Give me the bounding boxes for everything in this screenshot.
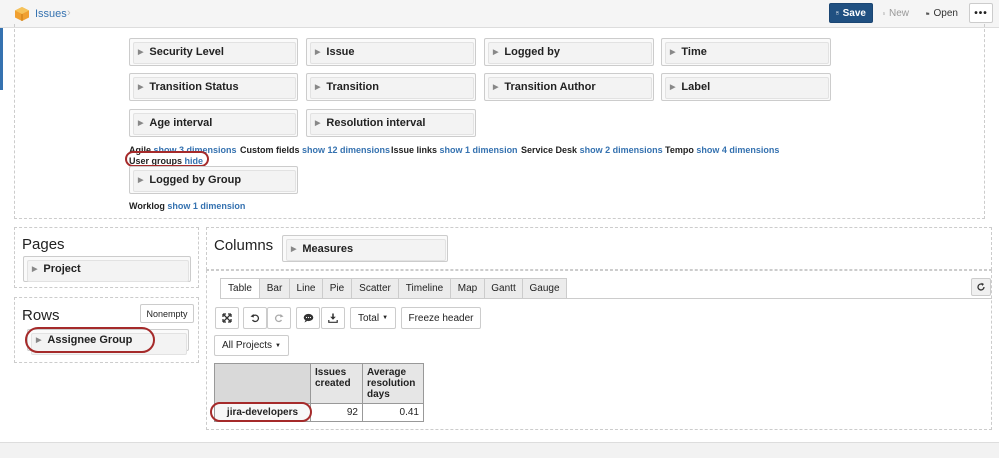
refresh-button[interactable]	[971, 278, 991, 296]
highlight-user-groups	[125, 151, 209, 167]
undo-icon	[250, 314, 260, 323]
bottom-bar	[0, 442, 999, 458]
group-issue-links: Issue links show 1 dimension	[391, 145, 518, 155]
open-button[interactable]: Open	[920, 3, 964, 23]
folder-open-icon	[926, 11, 930, 15]
download-icon	[328, 313, 338, 323]
nonempty-button[interactable]: Nonempty	[140, 304, 194, 323]
tab-map[interactable]: Map	[450, 278, 485, 299]
dimension-time[interactable]: ▶ Time	[661, 38, 831, 66]
dimension-logged-by-group[interactable]: ▶ Logged by Group	[129, 166, 298, 194]
table-corner-cell	[214, 363, 311, 404]
dimension-age-interval[interactable]: ▶ Age interval	[129, 109, 298, 137]
breadcrumb-issues[interactable]: Issues	[35, 8, 67, 20]
undo-button[interactable]	[243, 307, 267, 329]
tab-line[interactable]: Line	[289, 278, 323, 299]
save-button[interactable]: Save	[829, 3, 873, 23]
tab-scatter[interactable]: Scatter	[351, 278, 399, 299]
redo-icon	[274, 314, 284, 323]
columns-item-measures[interactable]: ▶ Measures	[282, 235, 448, 262]
caret-right-icon: ▶	[315, 84, 321, 91]
caret-right-icon: ▶	[138, 177, 144, 184]
comments-button[interactable]	[296, 307, 320, 329]
caret-down-icon: ▼	[275, 342, 281, 349]
new-label: New	[888, 7, 909, 19]
caret-right-icon: ▶	[670, 84, 676, 91]
caret-down-icon: ▼	[382, 315, 389, 321]
pages-item-project[interactable]: ▶ Project	[23, 256, 191, 282]
group-custom-fields: Custom fields show 12 dimensions	[240, 145, 391, 155]
new-document-icon	[883, 11, 885, 15]
dimension-issue[interactable]: ▶ Issue	[306, 38, 476, 66]
freeze-header-button[interactable]: Freeze header	[401, 307, 481, 329]
tab-gantt[interactable]: Gantt	[484, 278, 523, 299]
issue-links-show-link[interactable]: show 1 dimension	[440, 145, 518, 155]
highlight-jira-developers	[210, 402, 312, 422]
floppy-disk-icon	[836, 11, 839, 15]
tab-bar[interactable]: Bar	[259, 278, 290, 299]
export-button[interactable]	[321, 307, 345, 329]
cell-average-resolution-days[interactable]: 0.41	[362, 403, 424, 422]
cell-issues-created[interactable]: 92	[310, 403, 363, 422]
group-worklog: Worklog show 1 dimension	[129, 201, 246, 211]
dimension-logged-by[interactable]: ▶ Logged by	[484, 38, 654, 66]
table-header-row: Issues created Average resolution days	[214, 363, 424, 404]
caret-right-icon: ▶	[315, 120, 321, 127]
dimension-resolution-interval[interactable]: ▶ Resolution interval	[306, 109, 476, 137]
pages-title: Pages	[22, 236, 65, 253]
caret-right-icon: ▶	[138, 49, 144, 56]
refresh-icon	[977, 282, 985, 291]
dimension-transition-author[interactable]: ▶ Transition Author	[484, 73, 654, 101]
left-accent-bar	[0, 28, 3, 90]
all-projects-label: All Projects	[222, 340, 273, 351]
rows-title: Rows	[22, 307, 60, 324]
dimension-transition-status[interactable]: ▶ Transition Status	[129, 73, 298, 101]
caret-right-icon: ▶	[138, 84, 144, 91]
comment-icon	[303, 313, 313, 323]
tab-pie[interactable]: Pie	[322, 278, 352, 299]
dimension-security-level[interactable]: ▶ Security Level	[129, 38, 298, 66]
tab-timeline[interactable]: Timeline	[398, 278, 451, 299]
custom-fields-show-link[interactable]: show 12 dimensions	[302, 145, 390, 155]
caret-right-icon: ▶	[670, 49, 676, 56]
more-options-button[interactable]: •••	[969, 3, 993, 23]
column-header-issues-created[interactable]: Issues created	[310, 363, 363, 404]
chevron-right-icon: ›	[67, 7, 71, 19]
save-label: Save	[842, 7, 866, 19]
fullscreen-button[interactable]	[215, 307, 239, 329]
app-root: Issues › Save New Open ••• ▶ Security Lev…	[0, 0, 999, 458]
open-label: Open	[933, 7, 958, 19]
eazybi-logo-icon	[15, 7, 29, 21]
group-tempo: Tempo show 4 dimensions	[665, 145, 780, 155]
tempo-show-link[interactable]: show 4 dimensions	[696, 145, 779, 155]
caret-right-icon: ▶	[138, 120, 144, 127]
group-service-desk: Service Desk show 2 dimensions	[521, 145, 663, 155]
service-desk-show-link[interactable]: show 2 dimensions	[580, 145, 663, 155]
expand-icon	[222, 313, 232, 323]
redo-button[interactable]	[267, 307, 291, 329]
caret-right-icon: ▶	[493, 49, 499, 56]
caret-right-icon: ▶	[36, 337, 42, 344]
tab-table[interactable]: Table	[220, 278, 260, 299]
columns-title: Columns	[214, 237, 274, 254]
new-button[interactable]: New	[877, 3, 915, 23]
caret-right-icon: ▶	[315, 49, 321, 56]
total-label: Total	[357, 312, 380, 324]
caret-right-icon: ▶	[291, 245, 297, 253]
tab-gauge[interactable]: Gauge	[522, 278, 567, 299]
dimension-transition[interactable]: ▶ Transition	[306, 73, 476, 101]
tabs-underline	[220, 298, 992, 299]
caret-right-icon: ▶	[493, 84, 499, 91]
all-projects-dropdown[interactable]: All Projects ▼	[214, 335, 289, 356]
column-header-average-resolution-days[interactable]: Average resolution days	[362, 363, 424, 404]
dimension-label[interactable]: ▶ Label	[661, 73, 831, 101]
caret-right-icon: ▶	[32, 266, 38, 273]
total-dropdown[interactable]: Total ▼	[350, 307, 396, 329]
worklog-show-link[interactable]: show 1 dimension	[167, 201, 245, 211]
